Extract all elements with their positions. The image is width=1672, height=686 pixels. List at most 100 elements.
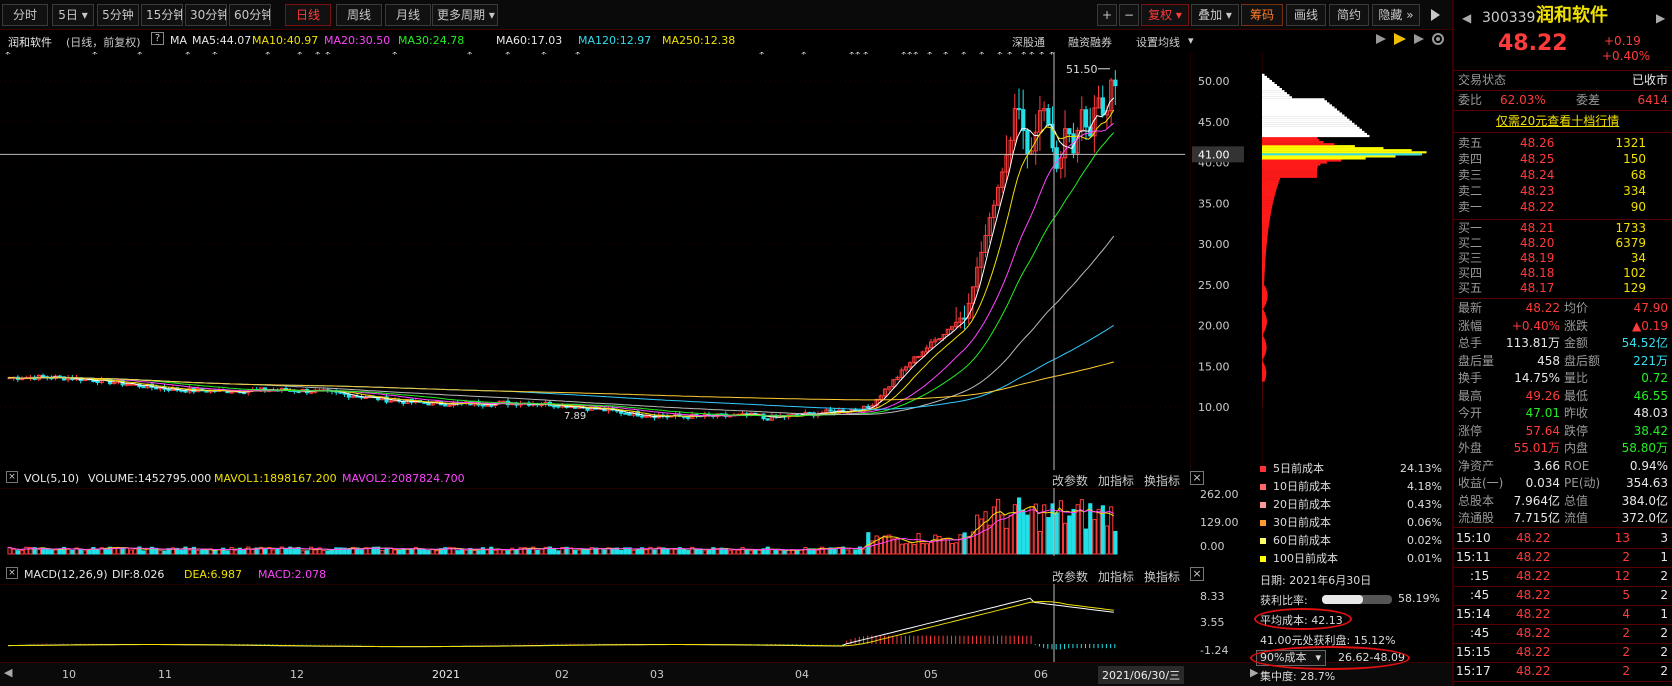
vol-change-params-button[interactable]: 改参数 <box>1052 472 1088 489</box>
period-tab-15min[interactable]: 15分钟 <box>141 4 183 26</box>
zoom-out-button[interactable]: − <box>1119 4 1139 26</box>
macd-chart[interactable] <box>0 584 1210 662</box>
cost-date: 日期: 2021年6月30日 <box>1260 574 1372 587</box>
chip-button[interactable]: 筹码 <box>1241 4 1283 26</box>
gear-icon[interactable] <box>1432 33 1444 45</box>
ask-price: 48.25 <box>1520 152 1555 166</box>
volume-bar <box>78 549 83 555</box>
trade-status-label: 交易状态 <box>1458 73 1507 87</box>
macd-value: MACD:2.078 <box>258 568 327 581</box>
simple-mode-button[interactable]: 简约 <box>1329 4 1369 26</box>
bid-level-label: 买四 <box>1458 266 1483 280</box>
tick-volume: 4 <box>1622 607 1630 621</box>
next-stock-icon[interactable]: ▶ <box>1656 11 1665 26</box>
draw-line-button[interactable]: 画线 <box>1286 4 1326 26</box>
cost-legend-label: 30日前成本 <box>1273 516 1331 529</box>
volume-bar <box>753 549 758 555</box>
macd-label: MACD(12,26,9) <box>24 568 108 581</box>
vol-add-indicator-button[interactable]: 加指标 <box>1098 472 1134 489</box>
chip-distribution-chart <box>1262 52 1427 470</box>
cost-legend-label: 20日前成本 <box>1273 498 1331 511</box>
zoom-in-button[interactable]: + <box>1097 4 1117 26</box>
stat-value: 48.22 <box>1525 301 1560 315</box>
northbound-link[interactable]: 深股通 <box>1012 34 1045 50</box>
legend-swatch <box>1260 520 1266 526</box>
ask-level-label: 卖三 <box>1458 168 1483 182</box>
collapse-panel-toggle[interactable] <box>1424 6 1446 24</box>
candle-body <box>480 404 486 407</box>
hide-button[interactable]: 隐藏 » <box>1372 4 1420 26</box>
close-icon[interactable]: × <box>1190 567 1204 581</box>
tick-volume: 2 <box>1622 645 1630 659</box>
ma5-line <box>7 97 1115 418</box>
macd-switch-indicator-button[interactable]: 换指标 <box>1144 568 1180 585</box>
volume-chart[interactable] <box>0 488 1210 556</box>
ask-price: 48.24 <box>1520 168 1555 182</box>
volume-bar <box>250 548 255 555</box>
scroll-left-icon[interactable]: ◀ <box>4 666 12 679</box>
event-marker-icon: * <box>297 52 303 61</box>
overlay-label: 叠加 <box>1198 8 1223 22</box>
bid-row: 买四 48.18 102 <box>1454 266 1672 281</box>
more-periods-dropdown[interactable]: 更多周期 ▾ <box>432 4 498 26</box>
macd-change-params-button[interactable]: 改参数 <box>1052 568 1088 585</box>
volume-bar <box>15 550 21 555</box>
period-tab-weekly[interactable]: 周线 <box>336 4 382 26</box>
period-tab-monthly[interactable]: 月线 <box>385 4 431 26</box>
overlay-dropdown[interactable]: 叠加 ▾ <box>1191 4 1239 26</box>
close-icon[interactable]: × <box>1190 471 1204 485</box>
volume-bar <box>1029 506 1034 555</box>
volume-bar <box>1004 527 1009 555</box>
volume-bar <box>91 546 96 555</box>
period-tab-30min[interactable]: 30分钟 <box>185 4 227 26</box>
margin-trading-link[interactable]: 融资融券 <box>1068 34 1112 50</box>
bid-price: 48.19 <box>1520 251 1555 265</box>
macd-add-indicator-button[interactable]: 加指标 <box>1098 568 1134 585</box>
chip-draw-icon[interactable] <box>1376 34 1386 44</box>
volume-bar <box>313 549 318 555</box>
cost-legend-label: 10日前成本 <box>1273 480 1331 493</box>
candle-body <box>1046 108 1051 125</box>
volume-bar <box>736 549 741 555</box>
stat-row: 今开 47.01 昨收 48.03 <box>1454 406 1672 421</box>
event-marker-icon: * <box>913 52 919 61</box>
candlestick-chart[interactable]: * * * * * * * * * * * * * * * * * * * * * * * * * * * * * * * *51.507.8… <box>0 52 1210 470</box>
candle-body <box>828 409 833 412</box>
ma-settings-link[interactable]: 设置均线 <box>1136 34 1180 50</box>
ask-volume: 68 <box>1630 168 1646 182</box>
volume-bar <box>392 549 398 555</box>
adjust-dropdown[interactable]: 复权 ▾ <box>1141 4 1189 26</box>
weicha-label: 委差 <box>1576 93 1601 107</box>
period-tab-5min[interactable]: 5分钟 <box>97 4 139 26</box>
chip-play-icon[interactable] <box>1414 34 1424 44</box>
stat-label: 盘后额 <box>1564 353 1601 368</box>
volume-bar <box>87 549 92 555</box>
ma-legend-bar: 润和软件 (日线，前复权) ? MA MA5:44.07 MA10:40.97 … <box>0 30 1210 52</box>
period-tab-5day[interactable]: 5日 ▾ <box>52 4 94 26</box>
profit-ratio-bar <box>1322 595 1392 604</box>
level2-promo-link[interactable]: 仅需20元查看十档行情 <box>1496 114 1619 129</box>
help-icon[interactable]: ? <box>151 32 164 45</box>
collapse-box-icon[interactable]: × <box>6 471 18 483</box>
vol-switch-indicator-button[interactable]: 换指标 <box>1144 472 1180 489</box>
tick-count: 2 <box>1660 569 1668 583</box>
period-tab-60min[interactable]: 60分钟 <box>229 4 271 26</box>
volume-bar <box>246 546 251 555</box>
volume-bar <box>1025 514 1030 555</box>
chip-highlight-icon[interactable] <box>1394 33 1406 45</box>
legend-swatch <box>1260 538 1266 544</box>
bid-level-label: 买二 <box>1458 236 1483 250</box>
prev-stock-icon[interactable]: ◀ <box>1462 11 1471 26</box>
divider <box>1454 567 1672 568</box>
stat-row: 外盘 55.01万 内盘 58.80万 <box>1454 441 1672 456</box>
ma20-line <box>7 122 1115 417</box>
volume-bar <box>11 548 16 555</box>
collapse-box-icon[interactable]: × <box>6 567 18 579</box>
period-tab-intraday[interactable]: 分时 <box>2 4 48 26</box>
tick-volume: 2 <box>1622 626 1630 640</box>
tick-time: 15:14 <box>1456 607 1491 621</box>
volume-bar <box>845 549 850 555</box>
bid-price: 48.17 <box>1520 281 1555 295</box>
volume-bar <box>158 550 163 555</box>
period-tab-daily[interactable]: 日线 <box>285 4 331 26</box>
